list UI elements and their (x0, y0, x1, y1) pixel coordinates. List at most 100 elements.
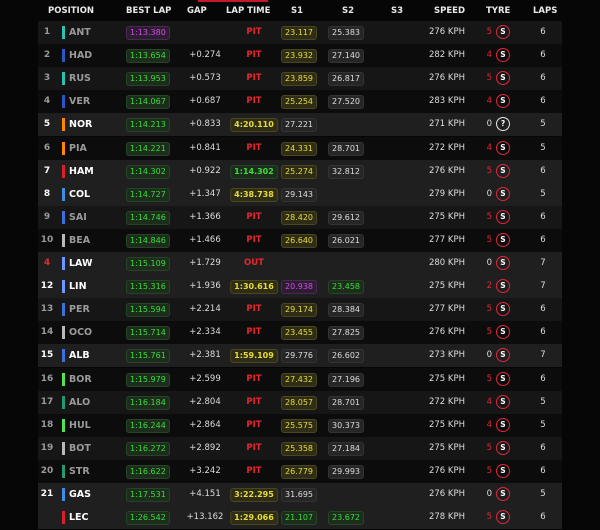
sector-1: 29.143 (281, 187, 317, 202)
position: 15 (40, 350, 54, 361)
tyre-compound-icon: S (496, 209, 510, 224)
laps: 7 (540, 281, 546, 292)
lap-time: 1:29.066 (230, 511, 278, 526)
tyre-compound-icon: S (496, 325, 510, 340)
table-row[interactable]: 15 ALB 1:15.761 +2.381 1:59.109 29.776 26.602 2… (38, 344, 562, 368)
lap-time: PIT (246, 442, 262, 453)
table-row[interactable]: 2 HAD 1:13.654 +0.274 PIT 23.932 27.140 282 KPH… (38, 44, 562, 68)
driver-code: ALO (69, 396, 91, 408)
speed: 276 KPH (428, 73, 465, 84)
laps: 7 (540, 350, 546, 361)
driver-code: LAW (69, 258, 93, 269)
sector-2: 23.458 (328, 280, 364, 295)
table-row[interactable]: 4 LAW 1:15.109 +1.729 OUT 280 KPH 0 S 7 (38, 252, 562, 275)
table-row[interactable]: 19 BOT 1:16.272 +2.892 PIT 25.358 27.184 275 KP… (38, 436, 562, 460)
best-lap: 1:16.272 (126, 441, 170, 456)
table-row[interactable]: 17 ALO 1:16.184 +2.804 PIT 28.057 28.701 272 KP… (38, 390, 562, 414)
lap-time: 1:30.616 (230, 280, 278, 295)
laps: 6 (540, 73, 546, 84)
table-row[interactable]: 4 VER 1:14.067 +0.687 PIT 25.254 27.520 283 KPH… (38, 90, 562, 114)
header-position: POSITION (48, 6, 95, 16)
lap-time: 4:38.738 (230, 187, 278, 202)
table-row[interactable]: 21 GAS 1:17.531 +4.151 3:22.295 31.695 276 KPH… (38, 483, 562, 506)
tyre-age: 4 (486, 50, 492, 61)
table-row[interactable]: 3 RUS 1:13.953 +0.573 PIT 23.859 26.817 276 KPH… (38, 67, 562, 91)
tyre-age: 5 (486, 73, 492, 84)
speed: 276 KPH (428, 465, 465, 476)
table-row[interactable]: 20 STR 1:16.622 +3.242 PIT 26.779 29.993 276 KP… (38, 459, 562, 483)
table-row[interactable]: 14 OCO 1:15.714 +2.334 PIT 23.455 27.825 276 KP… (38, 321, 562, 345)
laps: 6 (540, 27, 546, 37)
team-color-bar (62, 164, 65, 178)
table-row[interactable]: 8 COL 1:14.727 +1.347 4:38.738 29.143 279 KPH 0… (38, 182, 562, 206)
table-row[interactable]: 12 LIN 1:15.316 +1.936 1:30.616 20.938 23.458 2… (38, 275, 562, 299)
table-row[interactable]: 9 SAI 1:14.746 +1.366 PIT 28.420 29.612 275 KPH… (38, 205, 562, 229)
driver-code: PER (69, 304, 90, 316)
gap: +2.804 (189, 396, 221, 407)
lap-time: PIT (246, 96, 262, 107)
gap: +2.214 (189, 304, 221, 315)
position: 10 (40, 234, 54, 245)
speed: 275 KPH (428, 211, 465, 222)
best-lap: 1:15.979 (126, 372, 170, 387)
tyre-compound-icon: S (496, 256, 510, 270)
laps: 5 (540, 119, 546, 130)
tyre-compound-icon: S (496, 348, 510, 363)
laps: 7 (540, 258, 546, 268)
sector-2: 28.384 (328, 303, 364, 318)
best-lap: 1:15.761 (126, 349, 170, 364)
sector-2: 25.383 (328, 26, 364, 40)
tyre-compound-icon: S (496, 302, 510, 317)
position: 8 (43, 188, 51, 199)
position (38, 506, 56, 529)
tyre-compound-icon: S (496, 186, 510, 201)
table-row[interactable]: 10 BEA 1:14.846 +1.466 PIT 26.640 26.021 277 KP… (38, 228, 562, 252)
tyre-compound-icon: S (496, 463, 510, 478)
driver-code: HUL (69, 419, 91, 431)
best-lap: 1:15.316 (126, 280, 170, 295)
speed: 275 KPH (428, 419, 465, 430)
table-row[interactable]: 1 ANT 1:13.380 PIT 23.117 25.383 276 KPH 5 S 6 (38, 21, 562, 44)
lap-time-cell: 3:22.295 (228, 483, 280, 506)
team-color-bar (62, 511, 65, 525)
best-lap: 1:14.746 (126, 210, 170, 225)
driver-code: LEC (69, 512, 89, 524)
table-row[interactable]: 18 HUL 1:16.244 +2.864 PIT 25.575 30.373 275 KP… (38, 413, 562, 437)
tyre-compound-icon: S (496, 417, 510, 432)
position: 13 (40, 304, 54, 315)
gap: +0.841 (189, 142, 221, 153)
tyre-age: 0 (486, 489, 492, 499)
speed: 276 KPH (428, 165, 465, 176)
lap-time: 1:14.302 (230, 164, 278, 179)
laps: 6 (540, 327, 546, 338)
tyre-compound-icon: ? (496, 117, 510, 132)
team-color-bar (62, 372, 65, 386)
laps: 6 (540, 465, 546, 476)
header-best-lap: BEST LAP (126, 6, 172, 16)
gap: +0.922 (189, 165, 221, 176)
table-row[interactable]: 6 PIA 1:14.221 +0.841 PIT 24.331 28.701 272 KPH… (38, 136, 562, 160)
table-row[interactable]: 13 PER 1:15.594 +2.214 PIT 29.174 28.384 277 KP… (38, 298, 562, 322)
lap-time: PIT (246, 211, 262, 222)
table-row[interactable]: 7 HAM 1:14.302 +0.922 1:14.302 25.274 32.812 27… (38, 159, 562, 183)
table-row[interactable]: 5 NOR 1:14.213 +0.833 4:20.110 27.221 271 KPH 0… (38, 113, 562, 137)
laps: 6 (540, 373, 546, 384)
team-color-bar (62, 233, 65, 247)
team-color-bar (62, 464, 65, 478)
speed: 277 KPH (428, 234, 465, 245)
tyre-compound-icon: S (496, 94, 510, 109)
sector-1: 26.779 (281, 464, 317, 479)
speed: 272 KPH (428, 142, 465, 153)
table-row[interactable]: 16 BOR 1:15.979 +2.599 PIT 27.432 27.196 275 KP… (38, 367, 562, 391)
team-color-bar (62, 141, 65, 155)
team-color-bar (62, 395, 65, 409)
lap-time: OUT (244, 258, 264, 268)
table-row[interactable]: LEC 1:26.542 +13.162 1:29.066 21.107 23.672 27… (38, 506, 562, 530)
tyre-age: 5 (486, 211, 492, 222)
best-lap: 1:15.714 (126, 326, 170, 341)
tyre-age: 4 (486, 142, 492, 153)
gap: +1.936 (189, 281, 221, 292)
laps: 5 (540, 188, 546, 199)
position: 4 (43, 96, 51, 107)
driver-code: BOR (69, 373, 92, 385)
